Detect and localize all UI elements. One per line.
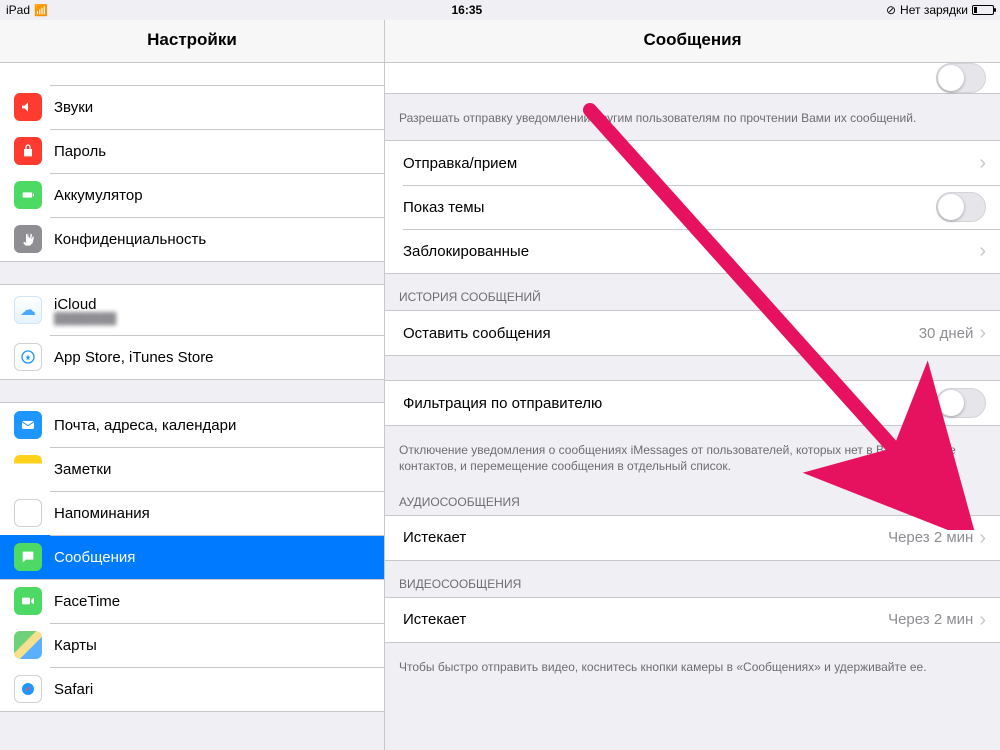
row-label: Отправка/прием — [403, 155, 979, 172]
sidebar-item-label: Пароль — [54, 143, 370, 160]
charging-label: Нет зарядки — [900, 3, 968, 17]
notes-icon — [14, 455, 42, 483]
sidebar-item-label: FaceTime — [54, 593, 370, 610]
row-blocked[interactable]: Заблокированные › — [385, 229, 1000, 273]
sidebar-item-label: Аккумулятор — [54, 187, 370, 204]
chevron-right-icon: › — [979, 241, 986, 261]
row-keep-messages[interactable]: Оставить сообщения 30 дней › — [385, 311, 1000, 355]
not-charging-icon: ⊘ — [886, 3, 896, 17]
row-read-receipts-partial[interactable] — [385, 63, 1000, 93]
sidebar-item-facetime[interactable]: FaceTime — [0, 579, 384, 623]
sidebar-item-label: App Store, iTunes Store — [54, 349, 370, 366]
toggle-switch[interactable] — [936, 63, 986, 93]
sidebar-item-notes[interactable]: Заметки — [0, 447, 384, 491]
sidebar-item-reminders[interactable]: Напоминания — [0, 491, 384, 535]
row-video-expire[interactable]: Истекает Через 2 мин › — [385, 598, 1000, 642]
video-footer: Чтобы быстро отправить видео, коснитесь … — [385, 653, 1000, 689]
device-label: iPad — [6, 3, 30, 17]
messages-icon — [14, 543, 42, 571]
detail-title: Сообщения — [385, 20, 1000, 63]
safari-icon — [14, 675, 42, 703]
chevron-right-icon: › — [979, 528, 986, 548]
toggle-switch[interactable] — [936, 388, 986, 418]
sidebar-item-label: iCloud ████████ — [54, 296, 370, 325]
facetime-icon — [14, 587, 42, 615]
maps-icon — [14, 631, 42, 659]
sidebar-item-label: Safari — [54, 681, 370, 698]
reminders-icon — [14, 499, 42, 527]
chevron-right-icon: › — [979, 153, 986, 173]
sidebar-item-appstore[interactable]: App Store, iTunes Store — [0, 335, 384, 379]
clock: 16:35 — [48, 3, 886, 17]
video-header: ВИДЕОСООБЩЕНИЯ — [385, 571, 1000, 597]
history-header: ИСТОРИЯ СООБЩЕНИЙ — [385, 284, 1000, 310]
sidebar-item-label: Сообщения — [54, 549, 370, 566]
settings-sidebar: Настройки Звуки Пароль Аккумулятор — [0, 20, 385, 750]
sidebar-item-battery[interactable]: Аккумулятор — [0, 173, 384, 217]
chevron-right-icon: › — [979, 610, 986, 630]
row-send-receive[interactable]: Отправка/прием › — [385, 141, 1000, 185]
appstore-icon — [14, 343, 42, 371]
sidebar-item-privacy[interactable]: Конфиденциальность — [0, 217, 384, 261]
row-label: Истекает — [403, 529, 888, 546]
status-bar: iPad 16:35 ⊘ Нет зарядки — [0, 0, 1000, 20]
toggle-switch[interactable] — [936, 192, 986, 222]
hand-icon — [14, 225, 42, 253]
sidebar-item-label: Звуки — [54, 99, 370, 116]
chevron-right-icon: › — [979, 323, 986, 343]
sidebar-item-partial[interactable] — [0, 63, 384, 85]
sounds-icon — [14, 93, 42, 121]
row-value: Через 2 мин — [888, 611, 973, 628]
row-label: Оставить сообщения — [403, 325, 919, 342]
sidebar-item-passcode[interactable]: Пароль — [0, 129, 384, 173]
row-show-subject[interactable]: Показ темы — [385, 185, 1000, 229]
sidebar-item-icloud[interactable]: iCloud ████████ — [0, 285, 384, 335]
sidebar-item-mail[interactable]: Почта, адреса, календари — [0, 403, 384, 447]
sidebar-item-label: Карты — [54, 637, 370, 654]
filter-footer: Отключение уведомления о сообщениях iMes… — [385, 436, 1000, 488]
read-receipts-footer: Разрешать отправку уведомлений другим по… — [385, 104, 1000, 140]
wifi-icon — [34, 3, 48, 17]
row-label: Заблокированные — [403, 243, 979, 260]
lock-icon — [14, 137, 42, 165]
icloud-icon — [14, 296, 42, 324]
sidebar-item-label: Заметки — [54, 461, 370, 478]
battery-icon — [972, 5, 994, 15]
sidebar-item-label: Конфиденциальность — [54, 231, 370, 248]
sidebar-title: Настройки — [0, 20, 384, 63]
sidebar-item-messages[interactable]: Сообщения — [0, 535, 384, 579]
sidebar-item-safari[interactable]: Safari — [0, 667, 384, 711]
row-value: 30 дней — [919, 325, 974, 342]
row-label: Истекает — [403, 611, 888, 628]
sidebar-item-sounds[interactable]: Звуки — [0, 85, 384, 129]
sidebar-item-label: Почта, адреса, календари — [54, 417, 370, 434]
row-filter-sender[interactable]: Фильтрация по отправителю — [385, 381, 1000, 425]
row-value: Через 2 мин — [888, 529, 973, 546]
battery-icon — [14, 181, 42, 209]
sidebar-item-maps[interactable]: Карты — [0, 623, 384, 667]
audio-header: АУДИОСООБЩЕНИЯ — [385, 489, 1000, 515]
detail-pane: Сообщения Разрешать отправку уведомлений… — [385, 20, 1000, 750]
row-audio-expire[interactable]: Истекает Через 2 мин › — [385, 516, 1000, 560]
row-label: Показ темы — [403, 199, 936, 216]
sidebar-item-label: Напоминания — [54, 505, 370, 522]
mail-icon — [14, 411, 42, 439]
row-label: Фильтрация по отправителю — [403, 395, 936, 412]
